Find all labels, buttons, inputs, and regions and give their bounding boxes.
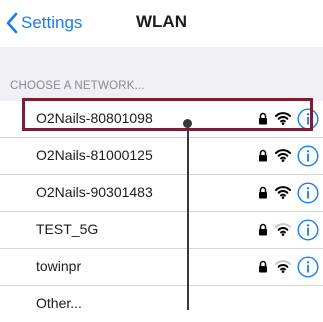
network-name: O2Nails-81000125: [36, 147, 153, 163]
other-network-row[interactable]: Other...: [0, 286, 323, 322]
network-name: TEST_5G: [36, 221, 99, 237]
wifi-icon: [275, 149, 291, 162]
network-row[interactable]: O2Nails-90301483: [0, 175, 323, 212]
lock-icon: [259, 260, 267, 273]
page-title: WLAN: [136, 12, 187, 31]
other-network-label: Other...: [36, 295, 82, 311]
info-icon[interactable]: [297, 219, 319, 241]
network-row[interactable]: O2Nails-81000125: [0, 138, 323, 175]
network-list: O2Nails-80801098 O2Nails-81000125 O2Nail…: [0, 101, 323, 322]
wifi-icon: [275, 186, 291, 199]
annotation-pointer-line: [187, 124, 189, 310]
lock-icon: [259, 186, 267, 199]
network-row[interactable]: O2Nails-80801098: [0, 101, 323, 138]
lock-icon: [259, 112, 267, 125]
info-icon[interactable]: [297, 256, 319, 278]
info-icon[interactable]: [297, 145, 319, 167]
lock-icon: [259, 149, 267, 162]
network-row[interactable]: TEST_5G: [0, 212, 323, 249]
info-icon[interactable]: [297, 108, 319, 130]
wifi-icon: [275, 112, 291, 125]
wifi-icon: [275, 223, 291, 236]
wifi-icon: [275, 260, 291, 273]
section-header: CHOOSE A NETWORK...: [10, 80, 145, 92]
navigation-bar: Settings WLAN: [0, 0, 323, 47]
network-name: O2Nails-90301483: [36, 184, 153, 200]
network-row[interactable]: towinpr: [0, 249, 323, 286]
lock-icon: [259, 223, 267, 236]
info-icon[interactable]: [297, 182, 319, 204]
network-name: towinpr: [36, 258, 82, 274]
network-name: O2Nails-80801098: [36, 110, 153, 126]
